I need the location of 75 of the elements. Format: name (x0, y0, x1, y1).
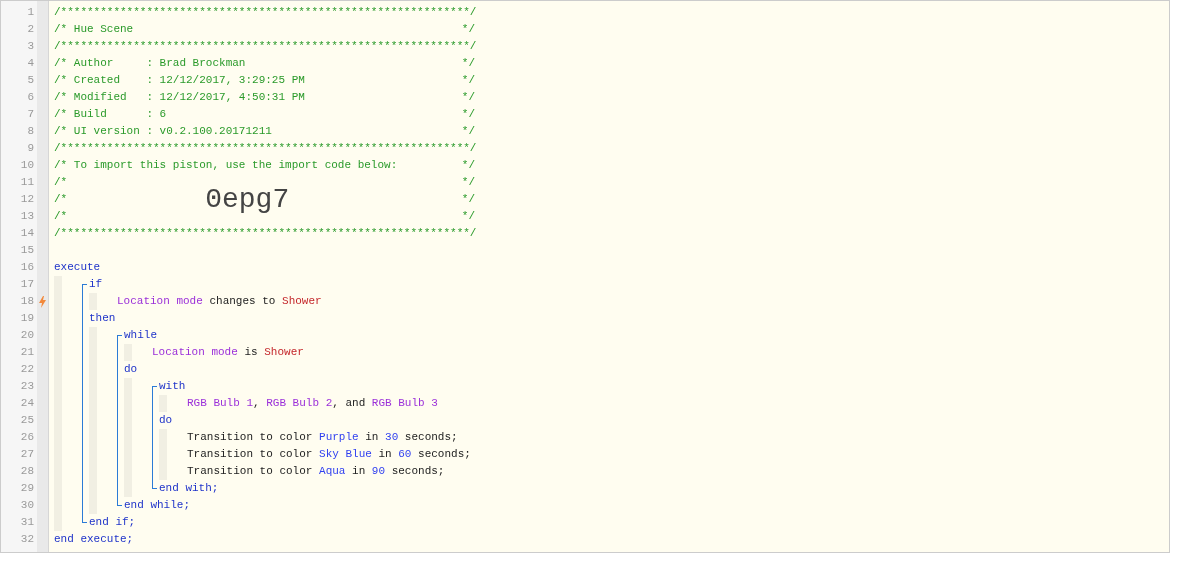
comment-close: */ (461, 158, 475, 174)
lightning-icon (39, 295, 46, 308)
line-number: 27 (20, 447, 34, 463)
comment-close: */ (461, 192, 475, 208)
line-number: 17 (20, 277, 34, 293)
comment-close: */ (461, 90, 475, 106)
code-line: then (89, 311, 116, 327)
comment-close: */ (461, 209, 475, 225)
line-number: 25 (20, 413, 34, 429)
code-line: RGB Bulb 1, RGB Bulb 2, and RGB Bulb 3 (187, 396, 438, 412)
line-number: 32 (20, 532, 34, 548)
line-number: 30 (20, 498, 34, 514)
line-number: 9 (27, 141, 34, 157)
line-number: 21 (20, 345, 34, 361)
line-number: 26 (20, 430, 34, 446)
line-number: 5 (27, 73, 34, 89)
code-line: end while; (124, 498, 190, 514)
line-number: 20 (20, 328, 34, 344)
line-number: 1 (27, 5, 34, 21)
code-line: while (124, 328, 157, 344)
line-number: 6 (27, 90, 34, 106)
line-number: 8 (27, 124, 34, 140)
line-number: 11 (20, 175, 34, 191)
line-number: 24 (20, 396, 34, 412)
line-number: 15 (20, 243, 34, 259)
comment-text: /* (54, 209, 68, 225)
line-number: 7 (27, 107, 34, 123)
line-number: 4 (27, 56, 34, 72)
code-line: Transition to color Sky Blue in 60 seconds; (187, 447, 471, 463)
code-line: Transition to color Purple in 30 seconds; (187, 430, 458, 446)
code-line: Location mode changes to Shower (117, 294, 322, 310)
line-number: 14 (20, 226, 34, 242)
comment-text: /* UI version : v0.2.100.20171211 (54, 124, 272, 140)
comment-text: /**************************************************************/ (54, 39, 477, 55)
comment-text: /* Created : 12/12/2017, 3:29:25 PM (54, 73, 305, 89)
code-line: end if; (89, 515, 136, 531)
comment-text: /* To import this piston, use the import code below: (54, 158, 398, 174)
line-number: 2 (27, 22, 34, 38)
comment-close: */ (461, 22, 475, 38)
comment-text: /* Modified : 12/12/2017, 4:50:31 PM (54, 90, 305, 106)
comment-text: /* (54, 175, 68, 191)
comment-close: */ (461, 124, 475, 140)
code-line: end execute; (54, 532, 134, 548)
code-line: with (159, 379, 186, 395)
comment-text: /**************************************************************/ (54, 141, 477, 157)
line-number: 23 (20, 379, 34, 395)
import-code: 0epg7 (205, 182, 290, 217)
line-number: 3 (27, 39, 34, 55)
comment-text: /* (54, 192, 68, 208)
comment-close: */ (461, 175, 475, 191)
comment-text: /* Hue Scene (54, 22, 134, 38)
comment-close: */ (461, 73, 475, 89)
line-number: 18 (20, 294, 34, 310)
code-line: execute (54, 260, 101, 276)
line-number: 29 (20, 481, 34, 497)
comment-text: /**************************************************************/ (54, 5, 477, 21)
line-number: 10 (20, 158, 34, 174)
code-line: end with; (159, 481, 219, 497)
line-number: 31 (20, 515, 34, 531)
code-line: do (159, 413, 173, 429)
line-number: 16 (20, 260, 34, 276)
comment-text: /**************************************************************/ (54, 226, 477, 242)
line-number: 13 (20, 209, 34, 225)
line-number: 22 (20, 362, 34, 378)
comment-close: */ (461, 56, 475, 72)
comment-text: /* Build : 6 (54, 107, 167, 123)
line-number: 12 (20, 192, 34, 208)
code-line: do (124, 362, 138, 378)
code-line: Location mode is Shower (152, 345, 304, 361)
code-line: Transition to color Aqua in 90 seconds; (187, 464, 445, 480)
line-number: 28 (20, 464, 34, 480)
code-line: if (89, 277, 103, 293)
comment-text: /* Author : Brad Brockman (54, 56, 246, 72)
line-number: 19 (20, 311, 34, 327)
comment-close: */ (461, 107, 475, 123)
